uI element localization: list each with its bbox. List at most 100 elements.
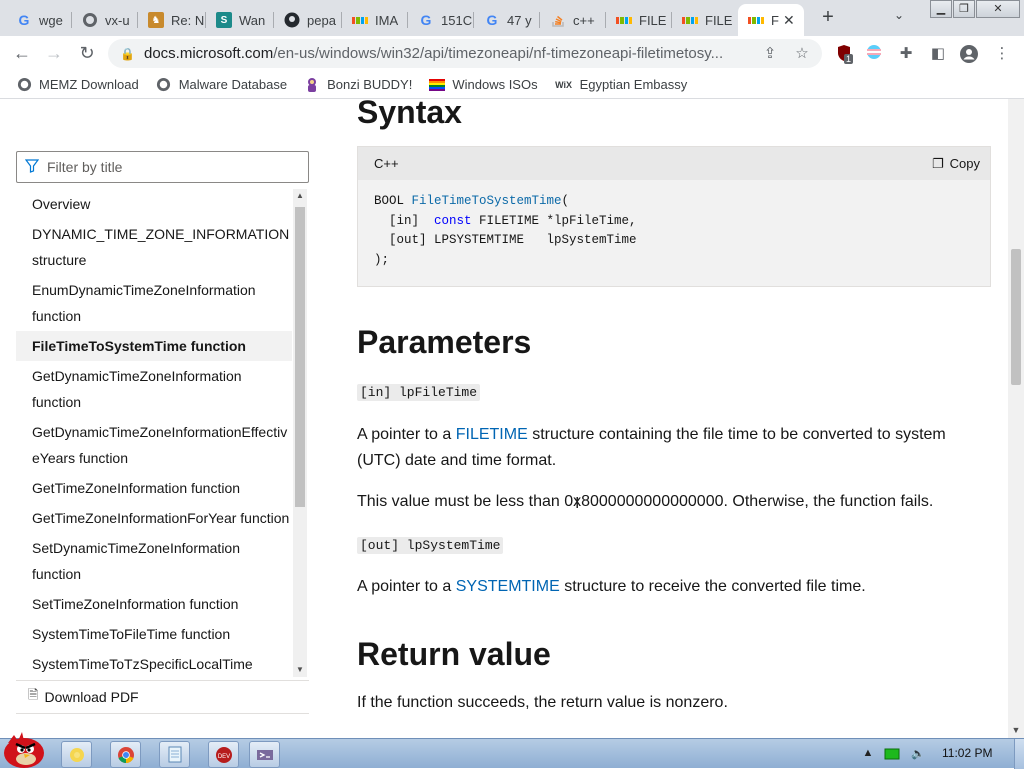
bookmark-label: Egyptian Embassy: [579, 77, 688, 92]
bookmark-malware-database[interactable]: Malware Database: [156, 77, 287, 93]
text-cursor-ibeam-icon: I: [575, 495, 580, 512]
param-lpsystemtime-name-row: [out] lpSystemTime: [357, 532, 991, 559]
trans-flag-extension-icon[interactable]: [864, 44, 884, 64]
tab-title: Wan: [239, 12, 266, 28]
google-icon: G: [420, 12, 432, 28]
page-scroll-thumb[interactable]: [1011, 249, 1021, 385]
menu-kebab-icon[interactable]: ⋮: [992, 44, 1012, 64]
filter-input[interactable]: [47, 159, 297, 175]
toc-scroll-thumb[interactable]: [295, 207, 305, 507]
filetime-link[interactable]: FILETIME: [456, 426, 528, 443]
minimize-button[interactable]: ▁: [930, 0, 952, 18]
globe-icon: [16, 77, 32, 93]
back-arrow-icon[interactable]: ←: [10, 42, 34, 66]
tray-show-hidden-icon[interactable]: ▲: [860, 747, 876, 761]
tab-4[interactable]: S Wan: [206, 4, 274, 36]
tab-2[interactable]: vx-u: [72, 4, 138, 36]
folder-icon[interactable]: [61, 741, 92, 768]
filter-by-title-field[interactable]: [16, 151, 309, 183]
text: A pointer to a: [357, 426, 456, 443]
bookmark-egyptian-embassy[interactable]: WiX Egyptian Embassy: [555, 77, 688, 93]
scroll-down-arrow-icon[interactable]: ▼: [1008, 722, 1024, 738]
toc-item-getdynamic-effective-years[interactable]: GetDynamicTimeZoneInformationEffectiveYe…: [16, 417, 292, 473]
globe-icon: [156, 77, 172, 93]
text: structure to receive the converted file …: [559, 578, 866, 595]
tab-11[interactable]: FILE: [672, 4, 738, 36]
code-token: FILETIME *lpFileTime,: [471, 213, 637, 228]
network-icon[interactable]: [884, 747, 900, 761]
microsoft-icon: [616, 12, 632, 28]
toc-item-dynamic-time-zone-information[interactable]: DYNAMIC_TIME_ZONE_INFORMATION structure: [16, 219, 289, 275]
code-line: );: [374, 252, 390, 267]
extensions-puzzle-icon[interactable]: ✚: [896, 44, 916, 64]
volume-icon[interactable]: 🔈: [910, 747, 926, 761]
page-scrollbar[interactable]: ▼: [1008, 99, 1024, 738]
lock-icon: 🔒: [120, 46, 135, 61]
notepad-icon[interactable]: [159, 741, 190, 768]
scroll-up-arrow-icon[interactable]: ▲: [293, 189, 307, 203]
toc-item-systemtimetofiletime[interactable]: SystemTimeToFileTime function: [16, 619, 292, 649]
devcpp-icon[interactable]: DEV: [208, 741, 239, 768]
bookmark-star-icon[interactable]: ☆: [792, 44, 812, 64]
tab-6[interactable]: IMA: [342, 4, 408, 36]
maximize-button[interactable]: ❐: [953, 0, 975, 18]
visual-studio-icon[interactable]: [249, 741, 280, 768]
wix-icon: WiX: [555, 79, 573, 90]
pdf-document-icon: 🗎: [28, 687, 39, 702]
code-block: C++ ❐ Copy BOOL FileTimeToSystemTime( [i…: [357, 146, 991, 287]
close-tab-icon[interactable]: ✕: [779, 12, 799, 29]
show-desktop-button[interactable]: [1014, 739, 1024, 769]
tab-12-active[interactable]: F ✕: [738, 4, 804, 36]
toc-item-settimezoneinformation[interactable]: SetTimeZoneInformation function: [16, 589, 292, 619]
google-icon: G: [18, 12, 30, 28]
tab-5[interactable]: pepa: [274, 4, 342, 36]
toc-item-setdynamic[interactable]: SetDynamicTimeZoneInformation function: [16, 533, 276, 589]
bookmark-bonzi-buddy[interactable]: Bonzi BUDDY!: [304, 77, 412, 93]
toc-item-enum-dynamic[interactable]: EnumDynamicTimeZoneInformation function: [16, 275, 276, 331]
bookmark-label: Windows ISOs: [452, 77, 538, 92]
tab-1[interactable]: G wge: [6, 4, 72, 36]
bookmark-label: Malware Database: [178, 77, 288, 92]
start-button-angry-bird-icon[interactable]: [0, 729, 52, 769]
close-window-button[interactable]: ✕: [976, 0, 1020, 18]
chrome-icon[interactable]: [110, 741, 141, 768]
tab-8[interactable]: G 47 y: [474, 4, 540, 36]
reload-icon[interactable]: ↻: [75, 42, 99, 66]
scroll-down-arrow-icon[interactable]: ▼: [293, 663, 307, 677]
svg-text:DEV: DEV: [217, 754, 229, 760]
ublock-extension-icon[interactable]: 1: [834, 44, 854, 64]
parameters-heading: Parameters: [357, 324, 532, 360]
new-tab-button[interactable]: +: [816, 6, 840, 30]
bookmark-memz-download[interactable]: MEMZ Download: [16, 77, 139, 93]
tab-9[interactable]: c++: [540, 4, 606, 36]
system-clock[interactable]: 11:02 PM: [942, 746, 992, 760]
tab-7[interactable]: G 151C: [408, 4, 474, 36]
bookmark-windows-isos[interactable]: Windows ISOs: [429, 77, 538, 93]
address-bar[interactable]: 🔒 docs.microsoft.com/en-us/windows/win32…: [108, 39, 822, 68]
profile-avatar-icon[interactable]: [959, 44, 979, 64]
param-lpsystemtime-name: [out] lpSystemTime: [357, 537, 504, 554]
toc-item-filetimetosystemtime[interactable]: FileTimeToSystemTime function: [16, 331, 292, 361]
param-lpfiletime-note: This value must be less than 0x800000000…: [357, 493, 934, 510]
copy-button[interactable]: ❐ Copy: [932, 156, 980, 172]
tab-search-chevron-icon[interactable]: ⌄: [894, 8, 904, 22]
systemtime-link[interactable]: SYSTEMTIME: [456, 578, 560, 595]
toc-item-gettimezoneinformation[interactable]: GetTimeZoneInformation function: [16, 473, 292, 503]
param-lpfiletime-description: A pointer to a FILETIME structure contai…: [357, 422, 991, 474]
forward-arrow-icon[interactable]: →: [42, 42, 66, 66]
microsoft-icon: [682, 12, 698, 28]
param-lpfiletime-name: [in] lpFileTime: [357, 384, 481, 401]
tab-10[interactable]: FILE: [606, 4, 672, 36]
toc-item-systemtimetotzspecific[interactable]: SystemTimeToTzSpecificLocalTime: [16, 649, 292, 677]
toc-item-getdynamic[interactable]: GetDynamicTimeZoneInformation function: [16, 361, 276, 417]
code-function-name: FileTimeToSystemTime: [411, 194, 562, 208]
side-panel-icon[interactable]: ◧: [928, 44, 948, 64]
tab-3[interactable]: ♞ Re: N: [138, 4, 206, 36]
download-pdf-link[interactable]: 🗎 Download PDF: [16, 680, 309, 714]
toc-item-gettimezoneinformationforyear[interactable]: GetTimeZoneInformationForYear function: [16, 503, 292, 533]
stackoverflow-icon: [550, 12, 566, 28]
tab-title: FILE: [705, 12, 733, 28]
toc-item-overview[interactable]: Overview: [16, 189, 292, 219]
toc-scrollbar[interactable]: ▲ ▼: [293, 189, 307, 677]
share-icon[interactable]: ⇪: [760, 44, 780, 64]
